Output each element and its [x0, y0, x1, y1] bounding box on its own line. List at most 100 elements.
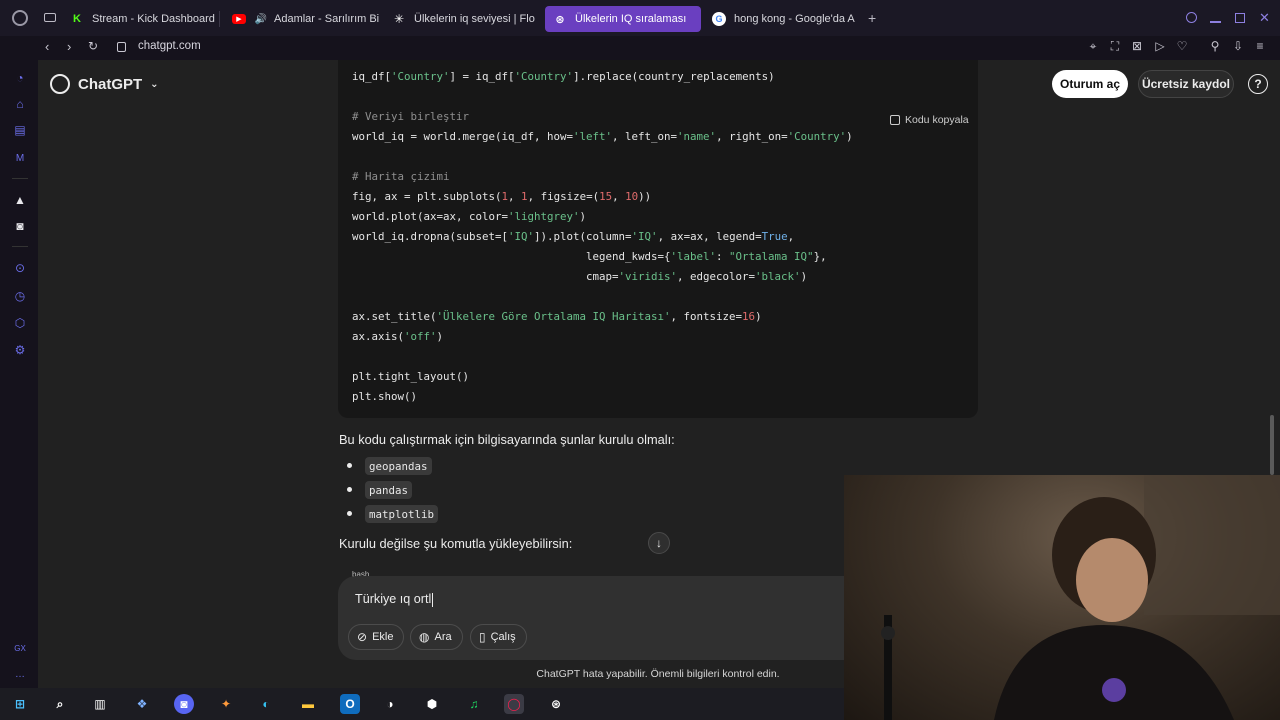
tab-label: Ülkelerin IQ sıralaması — [575, 13, 687, 25]
opera-gx-taskbar-icon[interactable]: ◯ — [504, 694, 524, 714]
code-line: world.plot(ax=ax, color='lightgrey') — [352, 210, 587, 223]
attach-label: Ekle — [372, 631, 394, 643]
reload-icon[interactable]: ↻ — [88, 39, 98, 53]
tab-overview-icon[interactable] — [44, 13, 56, 22]
answer-paragraph: Bu kodu çalıştırmak için bilgisayarında … — [339, 432, 675, 447]
new-tab-button[interactable]: + — [868, 10, 876, 26]
settings-icon[interactable]: ⚙ — [12, 342, 28, 358]
crypto-wallet-icon[interactable]: ▤ — [12, 122, 28, 138]
minimize-icon[interactable] — [1210, 21, 1221, 23]
heart-icon[interactable]: ♡ — [1175, 39, 1189, 53]
study-label: Çalış — [490, 631, 516, 643]
extensions-icon[interactable]: ⬡ — [12, 315, 28, 331]
copilot-icon[interactable]: ✦ — [216, 694, 236, 714]
back-icon[interactable]: ‹ — [45, 39, 49, 54]
globe-icon: ◍ — [419, 630, 430, 644]
capcut-icon[interactable]: ◑ — [380, 694, 400, 714]
scrollbar[interactable] — [1270, 415, 1274, 475]
speaker-icon[interactable]: 🔊 — [254, 12, 268, 26]
google-icon: G — [712, 12, 726, 26]
help-icon[interactable]: ? — [1248, 74, 1268, 94]
tab-label: Ülkelerin iq seviyesi | Flo — [414, 13, 535, 25]
outlook-icon[interactable]: O — [340, 694, 360, 714]
aria-ai-icon[interactable]: ▲ — [12, 192, 28, 208]
tab-chatgpt-active[interactable]: ⊛ Ülkelerin IQ sıralaması — [545, 6, 701, 32]
brand-label: ChatGPT — [78, 75, 143, 93]
webcam-overlay — [844, 475, 1280, 720]
code-line: # Harita çizimi — [352, 170, 450, 183]
opera-sidebar: ◔ ⌂ ▤ M ▲ ◙ ⊙ ◷ ⬡ ⚙ GX … — [0, 60, 38, 688]
restore-icon[interactable] — [1235, 13, 1245, 23]
search-button[interactable]: ◍ Ara — [410, 624, 463, 650]
tab-label: Adamlar - Sarılırım Bi — [274, 13, 380, 25]
study-button[interactable]: ▯ Çalış — [470, 624, 527, 650]
attach-button[interactable]: ⊘ Ekle — [348, 624, 405, 650]
task-view-icon[interactable]: ▥ — [90, 694, 110, 714]
discord-icon[interactable]: ◙ — [12, 218, 28, 234]
player-icon[interactable]: ⊙ — [12, 260, 28, 276]
login-button[interactable]: Oturum aç — [1052, 70, 1128, 98]
code-line: ax.axis('off') — [352, 330, 444, 343]
book-icon: ▯ — [479, 630, 486, 644]
webcam-feed — [881, 475, 1280, 720]
model-selector[interactable]: ChatGPT ⌄ — [50, 74, 159, 94]
more-icon[interactable]: … — [12, 666, 28, 682]
tab-google[interactable]: G hong kong - Google'da A — [712, 6, 858, 32]
search-tabs-icon[interactable] — [1186, 12, 1197, 23]
spotify-icon[interactable]: ♫ — [464, 694, 484, 714]
gx-icon[interactable]: GX — [12, 640, 28, 656]
edge-icon[interactable]: ◐ — [256, 694, 276, 714]
close-window-icon[interactable]: ✕ — [1259, 10, 1270, 26]
history-icon[interactable]: ◷ — [12, 288, 28, 304]
forward-icon[interactable]: › — [67, 39, 71, 54]
opera-logo-icon[interactable] — [12, 10, 28, 26]
tab-flourish[interactable]: ✳ Ülkelerin iq seviyesi | Flo — [392, 6, 536, 32]
play-icon[interactable]: ▷ — [1153, 39, 1167, 53]
code-line: cmap='viridis', edgecolor='black') — [352, 270, 808, 283]
tab-kick-dashboard[interactable]: K Stream - Kick Dashboard — [70, 6, 220, 32]
file-explorer-icon[interactable]: ▬ — [298, 694, 318, 714]
adblock-icon[interactable]: ⊠ — [1130, 39, 1144, 53]
code-line: ax.set_title('Ülkelere Göre Ortalama IQ … — [352, 310, 762, 323]
obs-icon[interactable]: ⬢ — [422, 694, 442, 714]
app-icon[interactable]: ❖ — [132, 694, 152, 714]
prompt-text: Türkiye ıq ortl — [355, 592, 432, 606]
search-label: Ara — [434, 631, 452, 643]
windows-start-icon[interactable]: ⊞ — [10, 694, 30, 714]
workspace-icon[interactable]: ⌂ — [12, 96, 28, 112]
code-line: # Veriyi birleştir — [352, 110, 470, 123]
tab-youtube[interactable]: ▶ 🔊 Adamlar - Sarılırım Bi — [232, 6, 380, 32]
downloads-icon[interactable]: ⇩ — [1231, 39, 1245, 53]
code-line: plt.tight_layout() — [352, 370, 470, 383]
tab-label: Stream - Kick Dashboard — [92, 13, 215, 25]
aria-icon[interactable]: ◔ — [12, 70, 28, 86]
address-bar: ‹ › ↻ chatgpt.com ⌖ ⛶ ⊠ ▷ ♡ ⚲ ⇩ ≡ — [0, 36, 1280, 60]
code-line: world_iq.dropna(subset=['IQ']).plot(colu… — [352, 230, 795, 243]
answer-paragraph: Kurulu değilse şu komutla yükleyebilirsi… — [339, 536, 573, 551]
menu-icon[interactable]: ≡ — [1253, 39, 1267, 53]
screenshot-icon[interactable]: ⛶ — [1108, 39, 1122, 53]
discord-taskbar-icon[interactable]: ◙ — [174, 694, 194, 714]
package-pandas: pandas — [365, 481, 413, 499]
url-field[interactable]: chatgpt.com — [138, 40, 201, 52]
copy-label: Kodu kopyala — [905, 114, 969, 126]
code-line: iq_df['Country'] = iq_df['Country'].repl… — [352, 70, 775, 83]
code-line: fig, ax = plt.subplots(1, 1, figsize=(15… — [352, 190, 652, 203]
mail-icon[interactable]: M — [12, 150, 28, 166]
tab-label: hong kong - Google'da A — [734, 13, 855, 25]
prompt-input[interactable]: Türkiye ıq ortl — [355, 592, 434, 607]
openai-logo-icon — [50, 74, 70, 94]
profile-icon[interactable]: ⚲ — [1208, 39, 1222, 53]
code-line: world_iq = world.merge(iq_df, how='left'… — [352, 130, 853, 143]
taskbar: ⊞ ⌕ ▥ ❖ ◙ ✦ ◐ ▬ O ◑ ⬢ ♫ ◯ ⊛ — [0, 688, 844, 720]
scroll-down-button[interactable]: ↓ — [648, 532, 670, 554]
site-info-icon[interactable] — [117, 42, 126, 52]
code-block: Kodu kopyala iq_df['Country'] = iq_df['C… — [338, 60, 978, 418]
pin-icon[interactable]: ⌖ — [1086, 39, 1100, 53]
copy-code-button[interactable]: Kodu kopyala — [890, 114, 969, 126]
signup-button[interactable]: Ücretsiz kaydol — [1138, 70, 1234, 98]
chatgpt-taskbar-icon[interactable]: ⊛ — [546, 694, 566, 714]
youtube-icon: ▶ — [232, 14, 246, 24]
search-icon[interactable]: ⌕ — [50, 694, 70, 714]
flourish-icon: ✳ — [393, 12, 405, 26]
